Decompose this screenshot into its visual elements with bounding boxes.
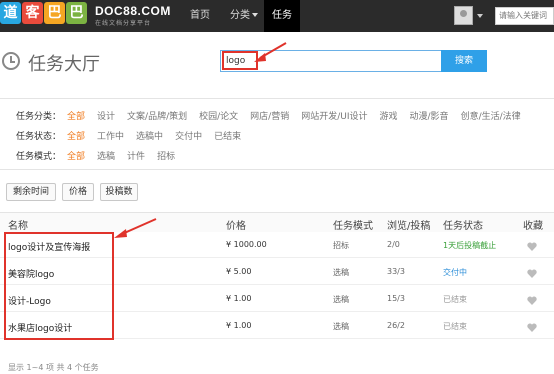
filter-label: 任务分类：: [16, 112, 62, 122]
column-header-mode: 任务模式: [333, 221, 373, 232]
top-navbar: 道 客 巴 巴 DOC88.COM 在线文档分享平台 首页 分类 任务 请输入关…: [0, 0, 554, 32]
filter-option[interactable]: 已结束: [214, 129, 241, 142]
avatar[interactable]: [454, 6, 473, 25]
logo-char: 道: [0, 2, 21, 24]
column-header-status: 任务状态: [443, 221, 483, 232]
task-price: ¥ 1.00: [226, 294, 252, 303]
logo-char: 巴: [66, 2, 87, 24]
logo-char: 客: [22, 2, 43, 24]
task-status: 1天后投稿截止: [443, 241, 497, 250]
heart-icon[interactable]: [527, 269, 537, 278]
annotation-box-results: [4, 232, 114, 340]
filter-option[interactable]: 选稿中: [136, 129, 163, 142]
nav-task[interactable]: 任务: [264, 0, 300, 32]
filter-option[interactable]: 交付中: [175, 129, 202, 142]
table-header: 名称 价格 任务模式 浏览/投稿 任务状态 收藏: [0, 212, 554, 232]
filter-option[interactable]: 校园/论文: [199, 109, 238, 122]
filter-option[interactable]: 设计: [97, 109, 115, 122]
task-views: 15/3: [387, 294, 405, 303]
filter-option[interactable]: 创意/生活/法律: [461, 109, 521, 122]
task-price: ¥ 5.00: [226, 267, 252, 276]
column-header-price: 价格: [226, 221, 246, 232]
filter-option[interactable]: 全部: [67, 129, 85, 142]
logo-text: DOC88.COM: [95, 4, 171, 18]
filter-option[interactable]: 计件: [127, 149, 145, 162]
task-price: ¥ 1.00: [226, 321, 252, 330]
task-mode: 招标: [333, 241, 349, 250]
filter-row-status: 任务状态： 全部 工作中 选稿中 交付中 已结束: [16, 129, 253, 142]
chevron-down-icon[interactable]: [477, 14, 483, 18]
filter-option[interactable]: 工作中: [97, 129, 124, 142]
task-views: 26/2: [387, 321, 405, 330]
filter-option[interactable]: 全部: [67, 109, 85, 122]
chevron-down-icon: [252, 13, 258, 17]
heart-icon[interactable]: [527, 296, 537, 305]
nav-home[interactable]: 首页: [180, 0, 220, 32]
task-status: 已结束: [443, 295, 467, 304]
filter-option[interactable]: 网店/营销: [250, 109, 289, 122]
nav-category-label: 分类: [230, 10, 250, 21]
filter-row-category: 任务分类： 全部 设计 文案/品牌/策划 校园/论文 网店/营销 网站开发/UI…: [16, 109, 533, 122]
heart-icon[interactable]: [527, 242, 537, 251]
sort-time-button[interactable]: 剩余时间: [6, 183, 56, 201]
column-header-favorite: 收藏: [523, 221, 543, 232]
task-views: 33/3: [387, 267, 405, 276]
sort-bar: 剩余时间 价格 投稿数: [0, 180, 554, 206]
task-status: 交付中: [443, 268, 467, 277]
filter-option[interactable]: 全部: [67, 149, 85, 162]
site-logo[interactable]: 道 客 巴 巴: [0, 2, 88, 24]
task-status: 已结束: [443, 322, 467, 331]
pagination-summary: 显示 1~4 项 共 4 个任务: [8, 363, 99, 372]
task-price: ¥ 1000.00: [226, 240, 267, 249]
logo-subtitle: 在线文档分享平台: [95, 20, 152, 27]
filter-label: 任务状态：: [16, 132, 62, 142]
column-header-name: 名称: [8, 221, 28, 232]
top-search-input[interactable]: 请输入关键词: [495, 7, 554, 25]
filter-option[interactable]: 文案/品牌/策划: [127, 109, 187, 122]
sort-bids-button[interactable]: 投稿数: [100, 183, 138, 201]
sort-price-button[interactable]: 价格: [62, 183, 94, 201]
filter-panel: 任务分类： 全部 设计 文案/品牌/策划 校园/论文 网店/营销 网站开发/UI…: [0, 98, 554, 170]
annotation-arrow-icon: [254, 42, 287, 62]
filter-option[interactable]: 游戏: [380, 109, 398, 122]
annotation-arrow-icon: [114, 218, 157, 238]
logo-char: 巴: [44, 2, 65, 24]
filter-option[interactable]: 网站开发/UI设计: [301, 109, 367, 122]
column-header-views: 浏览/投稿: [387, 221, 431, 232]
task-mode: 选稿: [333, 268, 349, 277]
filter-option[interactable]: 招标: [157, 149, 175, 162]
filter-row-mode: 任务模式： 全部 选稿 计件 招标: [16, 149, 187, 162]
task-mode: 选稿: [333, 322, 349, 331]
clock-icon: [2, 52, 20, 70]
task-mode: 选稿: [333, 295, 349, 304]
task-views: 2/0: [387, 240, 400, 249]
filter-option[interactable]: 动漫/影音: [410, 109, 449, 122]
nav-category[interactable]: 分类: [222, 0, 266, 32]
heart-icon[interactable]: [527, 323, 537, 332]
search-button[interactable]: 搜索: [441, 50, 487, 72]
filter-label: 任务模式：: [16, 152, 62, 162]
page-title: 任务大厅: [28, 54, 100, 75]
filter-option[interactable]: 选稿: [97, 149, 115, 162]
